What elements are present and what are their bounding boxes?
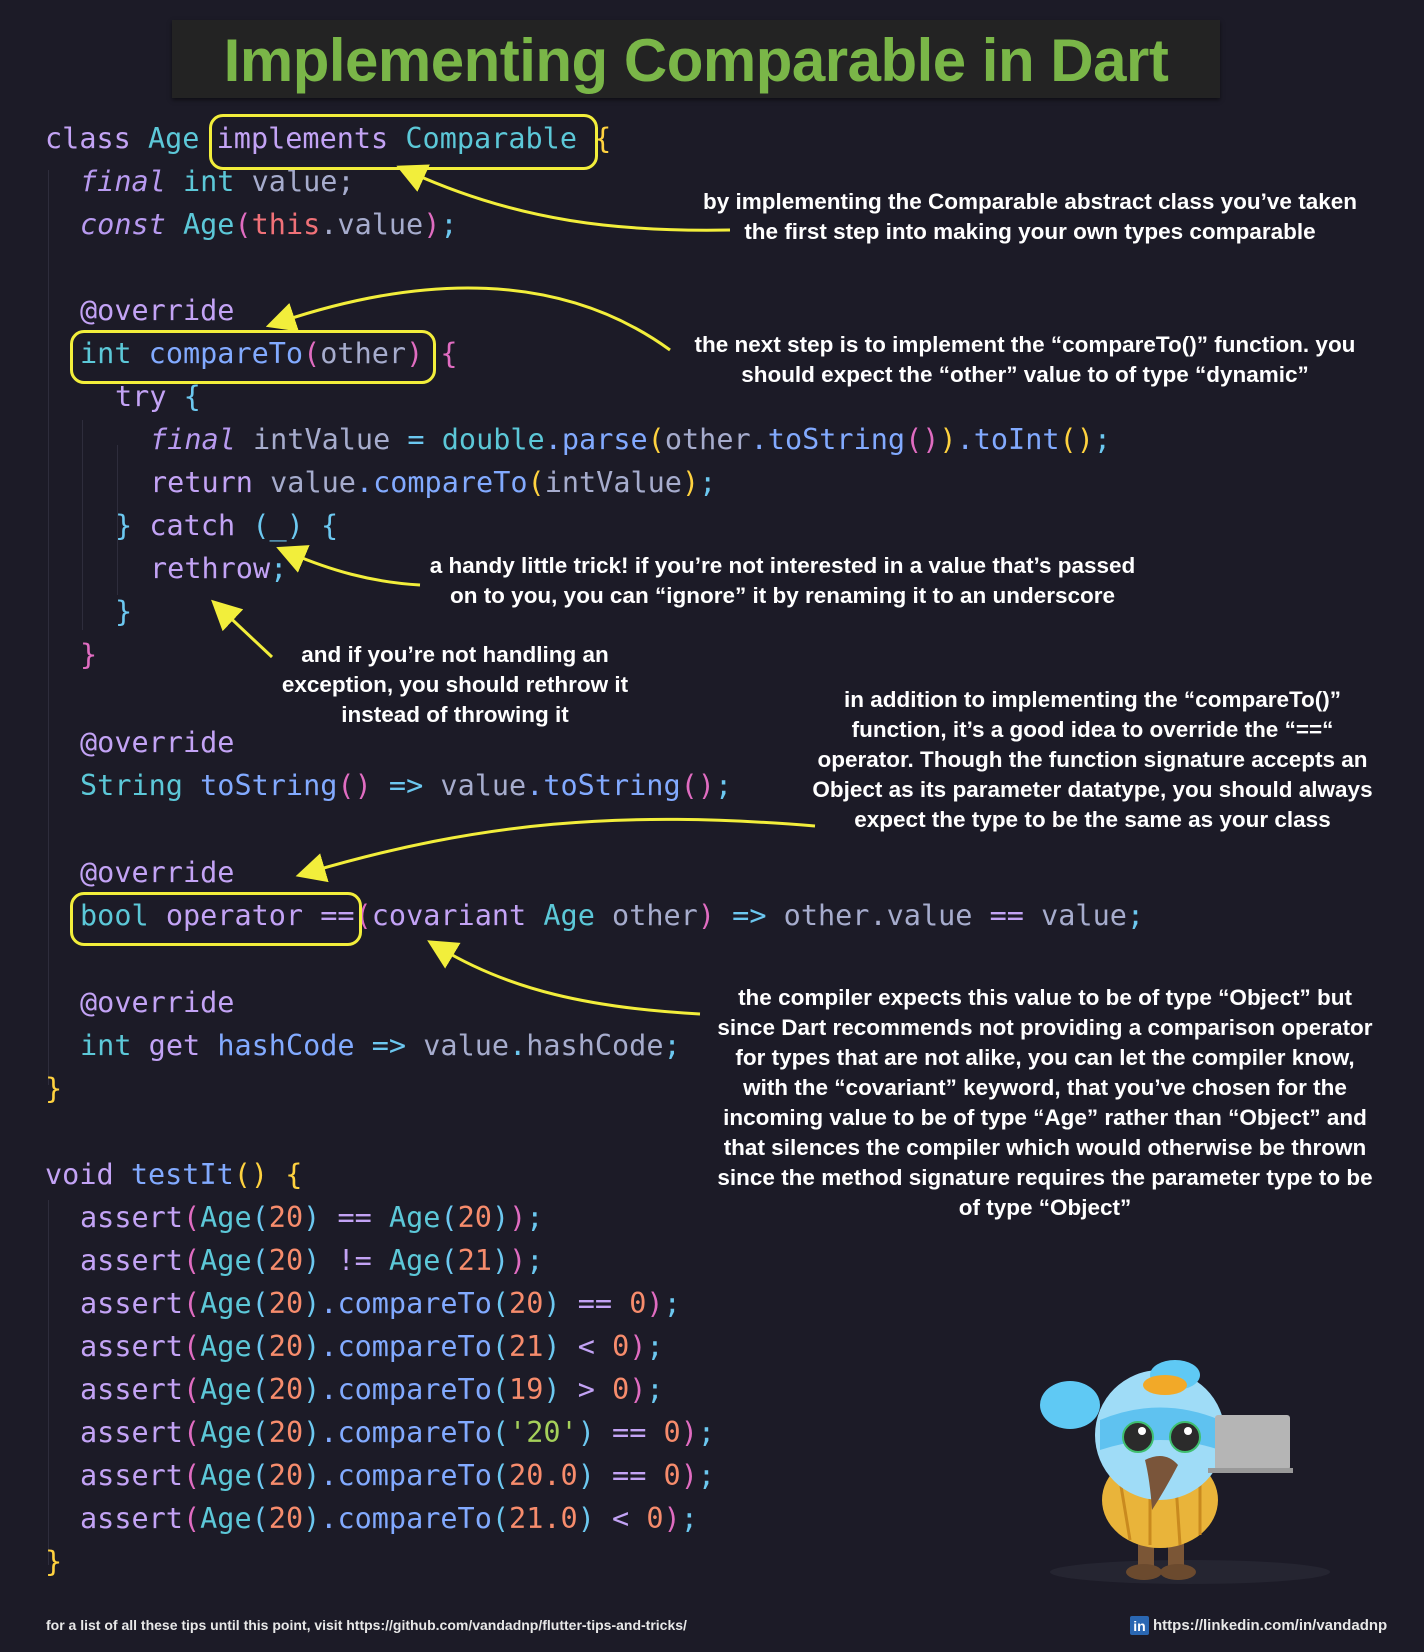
footer-github-link[interactable]: for a list of all these tips until this … [46,1617,687,1633]
arrow-3 [276,545,421,587]
note-covariant: the compiler expects this value to be of… [717,985,1373,1220]
note-rethrow: and if you’re not handling an exception,… [281,642,629,727]
arrow-5 [295,817,816,883]
linkedin-url[interactable]: https://linkedin.com/in/vandadnp [1153,1617,1387,1634]
arrow-6 [427,940,701,1016]
arrow-2 [265,286,671,352]
footer-linkedin-link[interactable]: in https://linkedin.com/in/vandadnp [1130,1616,1387,1635]
note-underscore: a handy little trick! if you’re not inte… [429,553,1136,608]
note-operator: in addition to implementing the “compare… [812,687,1373,832]
note-compareto: the next step is to implement the “compa… [694,332,1356,387]
arrow-1 [396,164,731,232]
mascot-bird-illustration [1040,1360,1330,1584]
note-implements: by implementing the Comparable abstract … [703,189,1357,244]
linkedin-icon: in [1130,1616,1149,1635]
